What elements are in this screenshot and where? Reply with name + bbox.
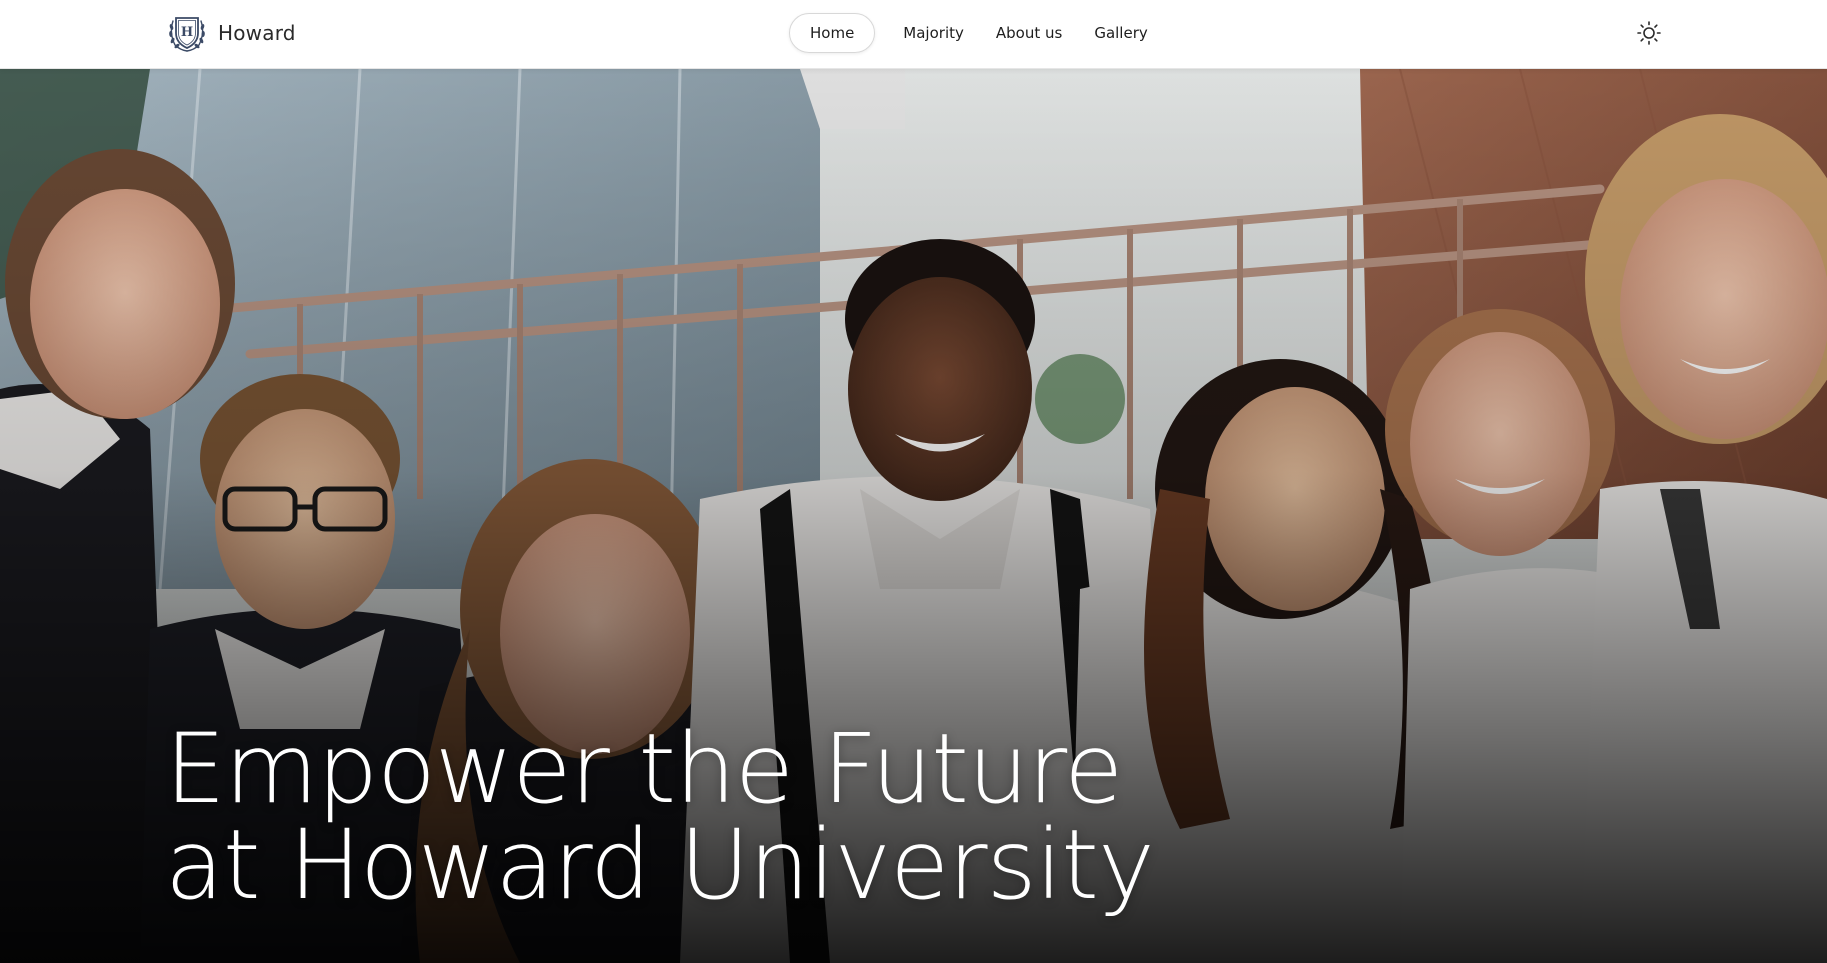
hero-title-line-1: Empower the Future (165, 713, 1123, 825)
hero-title-line-2: at Howard University (165, 809, 1155, 921)
crest-logo-icon: H (169, 17, 205, 52)
hero-section: Empower the Future at Howard University (0, 69, 1827, 963)
nav-majority[interactable]: Majority (887, 13, 980, 53)
brand-link[interactable]: H Howard (165, 12, 296, 54)
nav-home[interactable]: Home (789, 13, 876, 53)
logo-letter: H (181, 25, 193, 40)
nav-about-us[interactable]: About us (980, 13, 1078, 53)
hero-title: Empower the Future at Howard University (165, 713, 1155, 921)
nav-gallery[interactable]: Gallery (1078, 13, 1163, 53)
sun-icon[interactable] (1636, 20, 1662, 46)
site-header: H Howard Home Majority About us Gallery (0, 0, 1827, 69)
brand-name: Howard (218, 21, 296, 45)
main-nav: Home Majority About us Gallery (789, 13, 1164, 53)
